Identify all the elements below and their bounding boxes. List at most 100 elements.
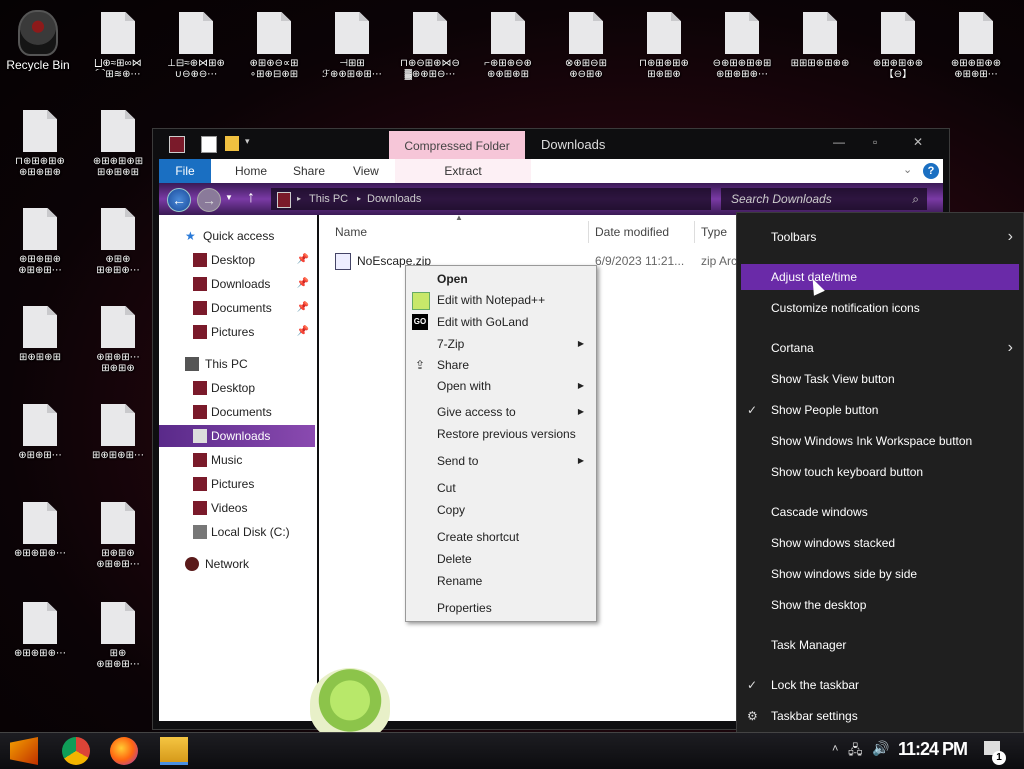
- menu-delete[interactable]: Delete: [406, 548, 596, 570]
- volume-icon[interactable]: 🔊: [872, 740, 889, 757]
- nav-this-pc[interactable]: This PC: [159, 353, 315, 375]
- desktop-file-icon[interactable]: ⊞⊕ ⊕⊞⊕⊞⋯: [80, 598, 156, 670]
- breadcrumb-downloads[interactable]: Downloads: [367, 188, 421, 210]
- menu-cascade-windows[interactable]: Cascade windows: [737, 499, 1023, 525]
- desktop-character-widget[interactable]: [310, 668, 390, 740]
- menu-open-with[interactable]: Open with ▶: [406, 375, 596, 397]
- pin-icon[interactable]: 📌: [297, 321, 309, 343]
- menu-windows-side-by-side[interactable]: Show windows side by side: [737, 561, 1023, 587]
- help-icon[interactable]: ?: [923, 163, 939, 179]
- back-arrow-icon[interactable]: ←: [167, 188, 191, 212]
- desktop-file-icon[interactable]: ⊕⊞⊕⊞⋯: [2, 400, 78, 461]
- tab-home[interactable]: Home: [235, 159, 267, 183]
- menu-copy[interactable]: Copy: [406, 499, 596, 521]
- desktop-file-icon[interactable]: ⊞⊕⊞⊕⊞⋯: [80, 400, 156, 461]
- desktop-file-icon[interactable]: ⊕⊞⊕⊞⋯ ⊞⊕⊞⊕: [80, 302, 156, 374]
- nav-qa-downloads[interactable]: Downloads 📌: [159, 273, 315, 295]
- desktop-file-icon[interactable]: ⊕⊞⊕⊞⊕ ⊕⊞⊕⊞⋯: [2, 204, 78, 276]
- menu-task-manager[interactable]: Task Manager: [737, 632, 1023, 658]
- desktop-file-icon[interactable]: ⊕⊞⊕⊖∝⊞ ∘⊞⊕⊟⊕⊞: [236, 8, 312, 80]
- menu-windows-stacked[interactable]: Show windows stacked: [737, 530, 1023, 556]
- column-date-modified[interactable]: Date modified: [589, 221, 695, 243]
- desktop-file-icon[interactable]: ⊕⊞⊕⊞⊕⊞ ⊞⊕⊞⊕⊞: [80, 106, 156, 178]
- menu-show-touch-keyboard[interactable]: Show touch keyboard button: [737, 459, 1023, 485]
- menu-show-people[interactable]: ✓ Show People button: [737, 397, 1023, 423]
- menu-taskbar-settings[interactable]: ⚙ Taskbar settings: [737, 703, 1023, 729]
- menu-create-shortcut[interactable]: Create shortcut: [406, 526, 596, 548]
- nav-qa-desktop[interactable]: Desktop 📌: [159, 249, 315, 271]
- network-status-icon[interactable]: 🖧: [848, 741, 863, 763]
- nav-quick-access[interactable]: ★ Quick access: [159, 225, 315, 247]
- file-explorer-icon[interactable]: [160, 737, 188, 765]
- address-bar[interactable]: ▸ This PC ▸ Downloads: [271, 188, 711, 210]
- minimize-icon[interactable]: —: [833, 135, 845, 149]
- desktop-file-icon[interactable]: ⊓⊕⊞⊕⊞⊕ ⊕⊞⊕⊞⊕: [2, 106, 78, 178]
- desktop-file-icon[interactable]: ⊕⊞⊕⊞⊕⊕ 【⊖】: [860, 8, 936, 80]
- desktop-file-icon[interactable]: ⊕⊞⊕⊞⊕⋯: [2, 498, 78, 559]
- taskbar[interactable]: ˄ 🖧 🔊 11:24 PM 1: [0, 732, 1024, 769]
- nav-pc-pictures[interactable]: Pictures: [159, 473, 315, 495]
- start-button-icon[interactable]: [10, 737, 38, 765]
- menu-show-ink-workspace[interactable]: Show Windows Ink Workspace button: [737, 428, 1023, 454]
- menu-rename[interactable]: Rename: [406, 570, 596, 592]
- new-folder-icon[interactable]: [225, 136, 239, 151]
- menu-adjust-date-time[interactable]: Adjust date/time: [741, 264, 1019, 290]
- desktop-file-icon[interactable]: ⊓⊕⊖⊞⊕⋈⊖ ▓⊕⊕⊞⊖⋯: [392, 8, 468, 80]
- menu-open[interactable]: Open: [406, 268, 596, 290]
- menu-give-access[interactable]: Give access to ▶: [406, 401, 596, 423]
- recent-locations-icon[interactable]: ▼: [225, 193, 233, 202]
- desktop-file-icon[interactable]: ⊣⊞⊞ ℱ⊕⊕⊞⊕⊞⋯: [314, 8, 390, 80]
- show-hidden-icons-icon[interactable]: ˄: [832, 743, 838, 755]
- nav-pc-videos[interactable]: Videos: [159, 497, 315, 519]
- desktop-file-icon[interactable]: ⊕⊞⊕⊞⊕⊕ ⊕⊞⊕⊞⋯: [938, 8, 1014, 80]
- desktop-file-icon[interactable]: ⊕⊞⊕⊞⊕⋯: [2, 598, 78, 659]
- menu-cut[interactable]: Cut: [406, 477, 596, 499]
- nav-pc-desktop[interactable]: Desktop: [159, 377, 315, 399]
- desktop-file-icon[interactable]: ⊞⊞⊞⊕⊞⊕⊕: [782, 8, 858, 69]
- desktop-file-icon[interactable]: ⊖⊕⊞⊕⊞⊕⊞ ⊕⊞⊕⊞⊕⋯: [704, 8, 780, 80]
- tab-view[interactable]: View: [353, 159, 379, 183]
- desktop-file-icon[interactable]: ⊥⊟≈⊕⋈⊞⊕ ∪⊖⊕⊖⋯: [158, 8, 234, 80]
- menu-toolbars[interactable]: Toolbars ›: [737, 224, 1023, 250]
- tab-extract[interactable]: Extract: [395, 159, 531, 183]
- menu-edit-notepadpp[interactable]: Edit with Notepad++: [406, 289, 596, 311]
- desktop-file-icon[interactable]: ⊞⊕⊞⊕ ⊕⊞⊕⊞⋯: [80, 498, 156, 570]
- nav-pc-local-disk[interactable]: Local Disk (C:): [159, 521, 315, 543]
- menu-edit-goland[interactable]: GO Edit with GoLand: [406, 311, 596, 333]
- menu-customize-notification-icons[interactable]: Customize notification icons: [737, 295, 1023, 321]
- menu-restore-versions[interactable]: Restore previous versions: [406, 423, 596, 445]
- search-input[interactable]: Search Downloads ⌕: [721, 188, 927, 210]
- menu-show-task-view[interactable]: Show Task View button: [737, 366, 1023, 392]
- pin-icon[interactable]: 📌: [297, 297, 309, 319]
- desktop-file-icon[interactable]: ⨆⊕≈⊞∞⋈ ⌒⊞≋⊕⋯: [80, 8, 156, 80]
- desktop-file-icon[interactable]: ⊗⊕⊞⊖⊞ ⊕⊖⊞⊕: [548, 8, 624, 80]
- close-icon[interactable]: ✕: [913, 135, 923, 149]
- taskbar-clock[interactable]: 11:24 PM: [898, 739, 968, 760]
- breadcrumb-this-pc[interactable]: This PC: [309, 188, 348, 210]
- firefox-icon[interactable]: [110, 737, 138, 765]
- tab-share[interactable]: Share: [293, 159, 325, 183]
- pin-icon[interactable]: 📌: [297, 249, 309, 271]
- tab-compressed-folder-tools[interactable]: Compressed Folder Tools: [389, 131, 525, 183]
- chevron-down-icon[interactable]: ▾: [245, 136, 259, 151]
- chrome-icon[interactable]: [62, 737, 90, 765]
- nav-pc-documents[interactable]: Documents: [159, 401, 315, 423]
- menu-cortana[interactable]: Cortana ›: [737, 335, 1023, 361]
- column-name[interactable]: Name: [329, 221, 589, 243]
- forward-arrow-icon[interactable]: →: [197, 188, 221, 212]
- up-arrow-icon[interactable]: ↑: [247, 189, 255, 207]
- nav-qa-pictures[interactable]: Pictures 📌: [159, 321, 315, 343]
- maximize-icon[interactable]: ▫: [873, 135, 877, 149]
- nav-qa-documents[interactable]: Documents 📌: [159, 297, 315, 319]
- menu-share[interactable]: ⇪ Share: [406, 354, 596, 376]
- desktop-file-icon[interactable]: ⊕⊞⊕ ⊞⊕⊞⊕⋯: [80, 204, 156, 276]
- nav-pc-downloads[interactable]: Downloads: [159, 425, 315, 447]
- desktop-file-icon[interactable]: ⌐⊕⊞⊕⊖⊕ ⊕⊕⊞⊕⊞: [470, 8, 546, 80]
- nav-pc-music[interactable]: Music: [159, 449, 315, 471]
- desktop-file-icon[interactable]: ⊓⊕⊞⊕⊞⊕ ⊞⊕⊞⊕: [626, 8, 702, 80]
- menu-properties[interactable]: Properties: [406, 597, 596, 619]
- menu-send-to[interactable]: Send to ▶: [406, 450, 596, 472]
- menu-7zip[interactable]: 7-Zip ▶: [406, 333, 596, 355]
- desktop-file-icon[interactable]: ⊞⊕⊞⊕⊞: [2, 302, 78, 363]
- nav-network[interactable]: Network: [159, 553, 315, 575]
